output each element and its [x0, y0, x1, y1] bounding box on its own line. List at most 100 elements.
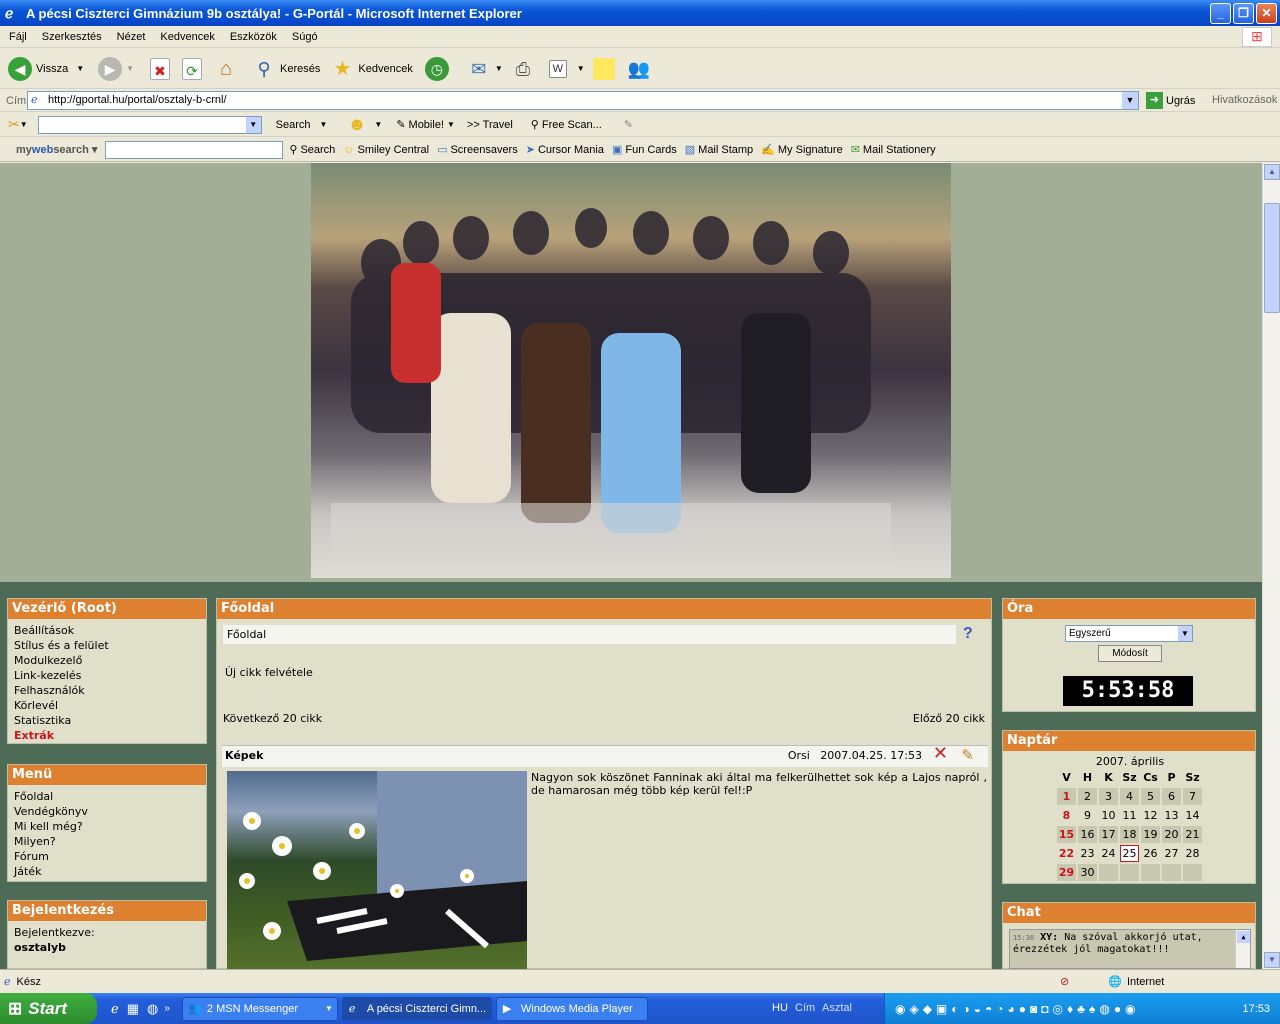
menu-modules[interactable]: Modulkezelő [14, 653, 200, 668]
help-icon[interactable]: ? [963, 625, 973, 643]
mws-search-button[interactable]: ⚲ Search [289, 143, 335, 157]
calendar-day[interactable]: 16 [1078, 826, 1097, 843]
close-button[interactable]: ✕ [1256, 3, 1277, 24]
search-button[interactable]: ⚲ Keresés [252, 57, 320, 81]
calendar-day[interactable]: 28 [1183, 845, 1202, 862]
nav-what-else[interactable]: Mi kell még? [14, 819, 200, 834]
calendar-day[interactable]: 15 [1057, 826, 1076, 843]
popup-blocked-icon[interactable]: ⊘ [1060, 975, 1069, 988]
menu-statistics[interactable]: Statisztika [14, 713, 200, 728]
cursor-mania-link[interactable]: ➤ Cursor Mania [526, 143, 604, 157]
calendar-day[interactable]: 25 [1120, 845, 1139, 862]
calendar-day[interactable]: 24 [1099, 845, 1118, 862]
print-button[interactable]: ⎙ [511, 57, 539, 81]
language-indicator[interactable]: HU [772, 1002, 788, 1014]
back-button[interactable]: ◀ Vissza ▼ [8, 56, 84, 81]
menu-settings[interactable]: Beállítások [14, 623, 200, 638]
scroll-thumb[interactable] [1264, 203, 1280, 313]
chat-scroll-up-icon[interactable]: ▲ [1237, 931, 1250, 943]
calendar-day[interactable]: 9 [1078, 807, 1097, 824]
toolbar-search-button[interactable]: Search ▼ [276, 119, 328, 131]
menu-links[interactable]: Link-kezelés [14, 668, 200, 683]
edit-button[interactable]: W ▼ [548, 59, 585, 78]
task-ie-window[interactable]: ℯ A pécsi Ciszterci Gimn... [341, 996, 492, 1021]
calendar-day[interactable]: 14 [1183, 807, 1202, 824]
free-scan-button[interactable]: ⚲ Free Scan... [531, 118, 602, 132]
menu-edit[interactable]: Szerkesztés [42, 31, 102, 43]
calendar-day[interactable]: 22 [1057, 845, 1076, 862]
calendar-day[interactable]: 2 [1078, 788, 1097, 805]
tray-icons[interactable]: ◉◈◆▣◐◑◒◓◔◕●◙◘◎♦♣♠◍●◉ [895, 1002, 1140, 1016]
maximize-button[interactable]: ❐ [1233, 3, 1254, 24]
refresh-button[interactable]: ⟳ [182, 57, 206, 80]
mywebsearch-logo[interactable]: mywebsearch ▾ [16, 143, 97, 156]
forward-button[interactable]: ▶ ▼ [98, 56, 134, 81]
smiley-central-link[interactable]: ☺ Smiley Central [343, 144, 429, 156]
screensavers-link[interactable]: ▭ Screensavers [437, 143, 518, 157]
menu-file[interactable]: Fájl [9, 31, 27, 43]
history-button[interactable]: ◷ [424, 56, 453, 81]
search-dropdown-icon[interactable]: ▼ [245, 116, 261, 133]
calendar-day[interactable]: 20 [1162, 826, 1181, 843]
nav-game[interactable]: Játék [14, 864, 200, 879]
calendar-day[interactable]: 30 [1078, 864, 1097, 881]
new-article-link[interactable]: Új cikk felvétele [225, 666, 313, 679]
page-scrollbar[interactable]: ▲ ▼ [1262, 163, 1280, 969]
calendar-day[interactable]: 5 [1141, 788, 1160, 805]
minimize-button[interactable]: _ [1210, 3, 1231, 24]
calendar-day[interactable]: 21 [1183, 826, 1202, 843]
next-articles-link[interactable]: Következő 20 cikk [223, 712, 322, 725]
mail-stamp-link[interactable]: ▧ Mail Stamp [685, 143, 753, 157]
pen-icon[interactable]: ✎ [624, 118, 633, 131]
quicklaunch-ie-icon[interactable]: ℯ [111, 1001, 119, 1017]
calendar-day[interactable]: 1 [1057, 788, 1076, 805]
clock-style-select[interactable]: Egyszerű ▼ [1065, 625, 1193, 642]
calendar-day[interactable]: 17 [1099, 826, 1118, 843]
links-label[interactable]: Hivatkozások [1212, 94, 1277, 106]
calendar-day[interactable]: 18 [1120, 826, 1139, 843]
calendar-day[interactable]: 23 [1078, 845, 1097, 862]
article-title[interactable]: Képek [225, 749, 263, 762]
clock-modify-button[interactable]: Módosít [1098, 645, 1162, 662]
scroll-down-icon[interactable]: ▼ [1264, 952, 1280, 968]
address-dropdown-icon[interactable]: ▼ [1122, 92, 1138, 109]
menu-tools[interactable]: Eszközök [230, 31, 277, 43]
desktop-deskband[interactable]: Asztal [822, 1002, 852, 1014]
address-input[interactable]: ℯ http://gportal.hu/portal/osztaly-b-crn… [27, 91, 1139, 110]
stop-button[interactable]: ✖ [150, 57, 174, 80]
messenger-button[interactable]: 👥 [627, 57, 655, 81]
calendar-day[interactable]: 11 [1120, 807, 1139, 824]
calendar-day[interactable]: 3 [1099, 788, 1118, 805]
menu-view[interactable]: Nézet [117, 31, 146, 43]
scroll-up-icon[interactable]: ▲ [1264, 164, 1280, 180]
calendar-day[interactable]: 4 [1120, 788, 1139, 805]
menu-style[interactable]: Stílus és a felület [14, 638, 200, 653]
mail-stationery-link[interactable]: ✉ Mail Stationery [851, 143, 936, 157]
article-image[interactable] [227, 771, 527, 969]
article-author[interactable]: Orsi [788, 749, 810, 762]
calendar-day[interactable]: 10 [1099, 807, 1118, 824]
delete-icon[interactable]: ✕ [933, 744, 948, 764]
chat-box[interactable]: 15:36 XY: Na szóval akkorjó utat, érezzé… [1009, 929, 1251, 969]
my-signature-link[interactable]: ✍ My Signature [761, 143, 843, 157]
menu-favorites[interactable]: Kedvencek [160, 31, 214, 43]
chat-scrollbar[interactable]: ▲ [1235, 930, 1250, 968]
travel-button[interactable]: >> Travel [467, 119, 513, 131]
calendar-day[interactable]: 19 [1141, 826, 1160, 843]
menu-users[interactable]: Felhasználók [14, 683, 200, 698]
nav-forum[interactable]: Fórum [14, 849, 200, 864]
go-button[interactable]: ➜ Ugrás [1146, 92, 1195, 109]
mail-button[interactable]: ✉ ▼ [467, 57, 502, 81]
calendar-day[interactable]: 8 [1057, 807, 1076, 824]
calendar-day[interactable]: 12 [1141, 807, 1160, 824]
nav-guestbook[interactable]: Vendégkönyv [14, 804, 200, 819]
prev-articles-link[interactable]: Előző 20 cikk [913, 712, 985, 725]
calendar-day[interactable]: 26 [1141, 845, 1160, 862]
quicklaunch-browser-icon[interactable]: ◍ [147, 1001, 158, 1017]
task-media-player[interactable]: ▶ Windows Media Player [495, 996, 648, 1021]
toolbar-search-input[interactable]: ▼ [37, 115, 262, 134]
calendar-day[interactable]: 13 [1162, 807, 1181, 824]
quicklaunch-desktop-icon[interactable]: ▦ [127, 1001, 139, 1017]
calendar-day[interactable]: 6 [1162, 788, 1181, 805]
calendar-day[interactable]: 29 [1057, 864, 1076, 881]
